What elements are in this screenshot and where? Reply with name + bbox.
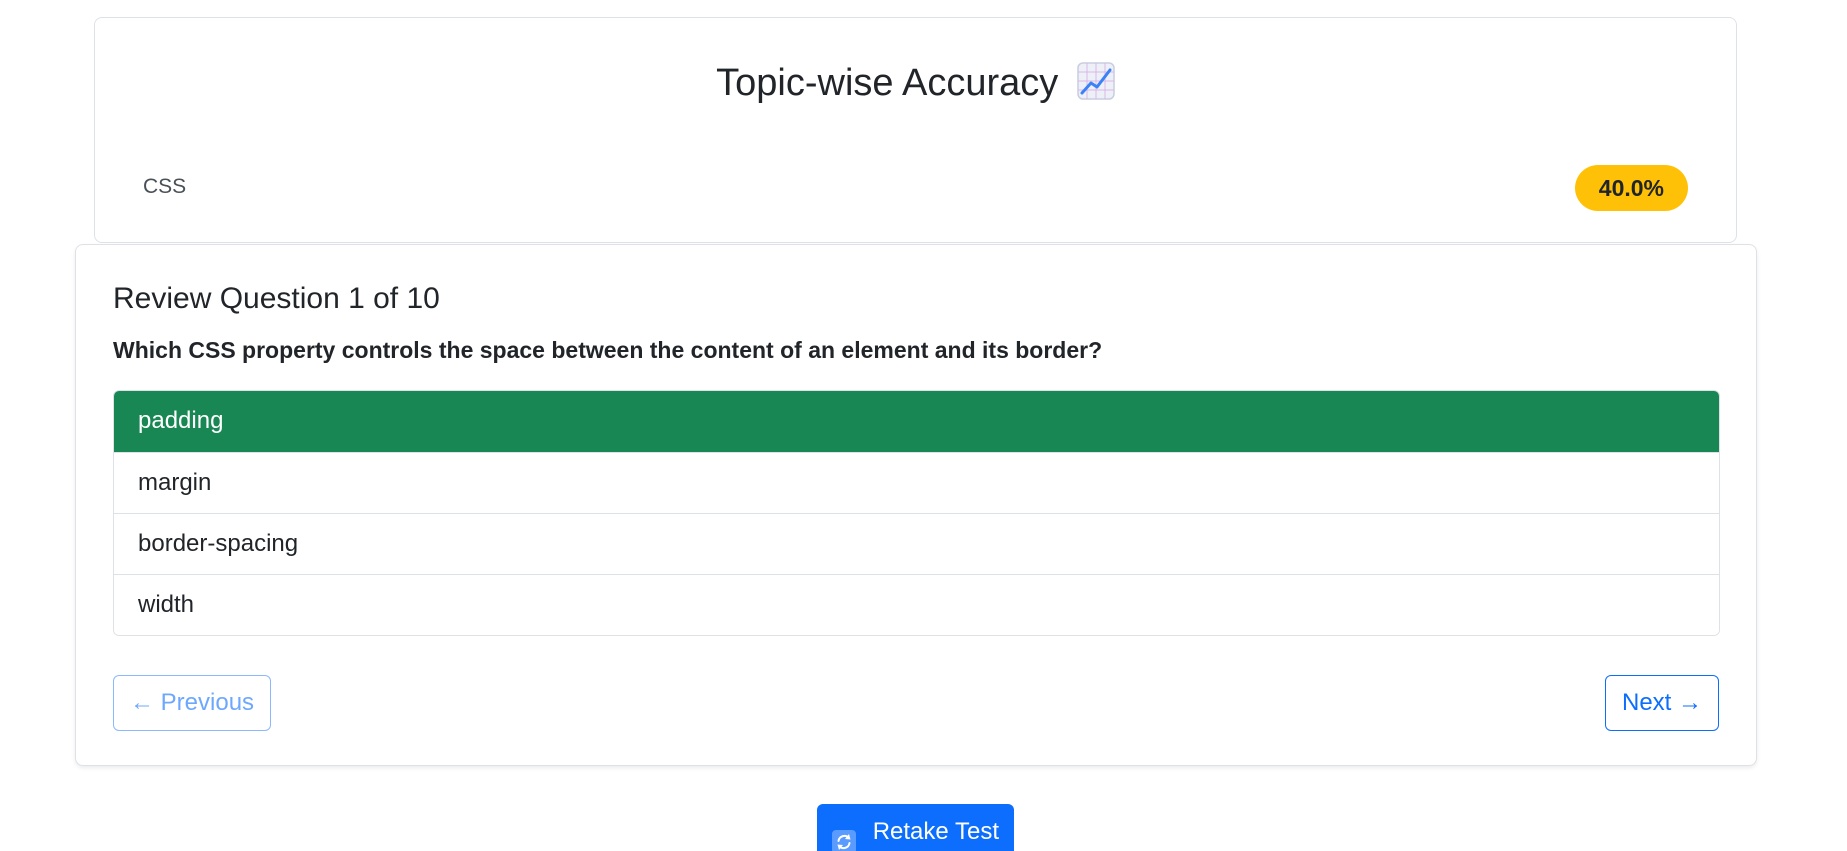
page: Topic-wise Accuracy CSS 40.0% Review Que… — [0, 0, 1847, 851]
chart-increasing-icon — [1077, 62, 1115, 100]
retake-test-button[interactable]: Retake Test — [817, 804, 1014, 851]
topic-row: CSS 40.0% — [143, 163, 1688, 213]
refresh-icon — [832, 819, 857, 851]
option-item-correct[interactable]: padding — [114, 391, 1719, 452]
review-card: Review Question 1 of 10 Which CSS proper… — [75, 244, 1757, 766]
question-text: Which CSS property controls the space be… — [113, 337, 1103, 363]
accuracy-title: Topic-wise Accuracy — [716, 62, 1059, 104]
topic-name: CSS — [143, 175, 187, 198]
option-item[interactable]: margin — [114, 452, 1719, 513]
retake-label: Retake Test — [872, 818, 999, 845]
options-list: padding margin border-spacing width — [113, 390, 1720, 636]
next-button[interactable]: Next → — [1604, 675, 1719, 731]
accuracy-title-row: Topic-wise Accuracy — [95, 58, 1736, 108]
option-item[interactable]: width — [114, 574, 1719, 635]
previous-button[interactable]: ← Previous — [113, 675, 272, 731]
topic-accuracy-card: Topic-wise Accuracy CSS 40.0% — [94, 17, 1737, 243]
review-heading: Review Question 1 of 10 — [113, 282, 440, 315]
accuracy-badge: 40.0% — [1574, 165, 1688, 211]
option-item[interactable]: border-spacing — [114, 513, 1719, 574]
